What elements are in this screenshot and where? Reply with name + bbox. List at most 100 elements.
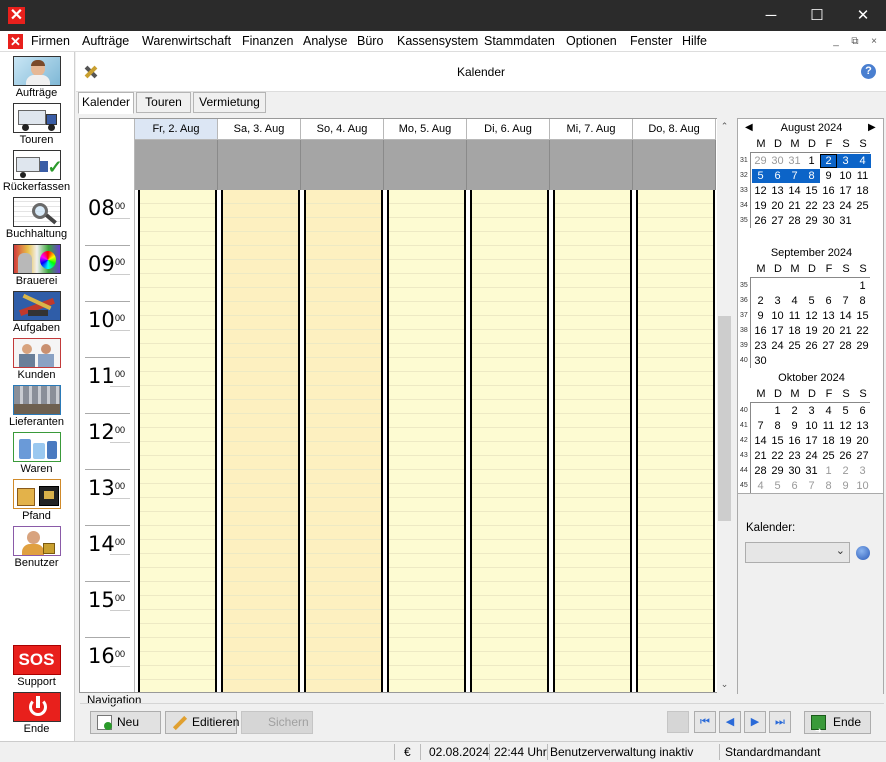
- tab-kalender[interactable]: Kalender: [78, 92, 134, 114]
- sidebar-item-aufgaben[interactable]: Aufgaben: [0, 291, 73, 334]
- day-cell[interactable]: 1: [854, 279, 871, 293]
- day-cell[interactable]: 26: [803, 339, 820, 353]
- day-cell[interactable]: 25: [820, 449, 837, 463]
- day-cell[interactable]: 27: [769, 214, 786, 228]
- day-header[interactable]: Mi, 7. Aug: [550, 119, 633, 140]
- day-cell[interactable]: 17: [803, 434, 820, 448]
- day-cell[interactable]: 8: [820, 479, 837, 493]
- all-day-area[interactable]: [550, 140, 633, 190]
- day-cell[interactable]: 23: [820, 199, 837, 213]
- day-cell[interactable]: 3: [854, 464, 871, 478]
- day-cell[interactable]: 28: [786, 214, 803, 228]
- day-cell[interactable]: 23: [752, 339, 769, 353]
- day-cell[interactable]: 14: [786, 184, 803, 198]
- day-cell[interactable]: 24: [769, 339, 786, 353]
- maximize-button[interactable]: ☐: [794, 0, 840, 31]
- sidebar-item-waren[interactable]: Waren: [0, 432, 73, 475]
- sidebar-item-touren[interactable]: Touren: [0, 103, 73, 146]
- day-cell[interactable]: 18: [854, 184, 871, 198]
- all-day-area[interactable]: [384, 140, 467, 190]
- day-cell[interactable]: 16: [786, 434, 803, 448]
- day-column[interactable]: [138, 190, 217, 692]
- day-cell[interactable]: 6: [854, 404, 871, 418]
- day-column-weekend[interactable]: [221, 190, 300, 692]
- support-button[interactable]: SOS Support: [0, 645, 73, 688]
- day-cell[interactable]: 23: [786, 449, 803, 463]
- all-day-area[interactable]: [301, 140, 384, 190]
- prev-icon[interactable]: ◀: [719, 711, 741, 733]
- day-cell[interactable]: 18: [820, 434, 837, 448]
- day-cell[interactable]: 16: [820, 184, 837, 198]
- day-cell[interactable]: 17: [837, 184, 854, 198]
- day-cell[interactable]: 27: [820, 339, 837, 353]
- day-cell[interactable]: 2: [837, 464, 854, 478]
- day-cell[interactable]: 5: [803, 294, 820, 308]
- day-cell[interactable]: 21: [786, 199, 803, 213]
- day-cell[interactable]: 6: [786, 479, 803, 493]
- day-header[interactable]: Sa, 3. Aug: [218, 119, 301, 140]
- sidebar-item-lieferanten[interactable]: Lieferanten: [0, 385, 73, 428]
- day-cell[interactable]: 9: [786, 419, 803, 433]
- exit-button[interactable]: Ende: [0, 692, 73, 735]
- day-cell[interactable]: 9: [752, 309, 769, 323]
- all-day-area[interactable]: [135, 140, 218, 190]
- day-cell[interactable]: 12: [803, 309, 820, 323]
- day-header[interactable]: Mo, 5. Aug: [384, 119, 467, 140]
- day-column-weekend[interactable]: [304, 190, 383, 692]
- day-cell[interactable]: 10: [803, 419, 820, 433]
- day-cell[interactable]: 5: [837, 404, 854, 418]
- day-cell[interactable]: 1: [803, 154, 820, 168]
- save-button[interactable]: Sichern: [241, 711, 313, 734]
- day-cell[interactable]: 29: [752, 154, 769, 168]
- day-cell[interactable]: 8: [803, 169, 820, 183]
- day-cell[interactable]: 21: [752, 449, 769, 463]
- tab-touren[interactable]: Touren: [136, 92, 191, 113]
- day-header[interactable]: Di, 6. Aug: [467, 119, 550, 140]
- day-cell[interactable]: 1: [820, 464, 837, 478]
- day-cell[interactable]: 5: [752, 169, 769, 183]
- scroll-up-icon[interactable]: ⌃: [717, 118, 732, 135]
- day-cell[interactable]: 7: [837, 294, 854, 308]
- sidebar-item-kunden[interactable]: Kunden: [0, 338, 73, 381]
- day-cell[interactable]: 31: [803, 464, 820, 478]
- day-cell[interactable]: 7: [803, 479, 820, 493]
- scroll-thumb[interactable]: [718, 316, 731, 521]
- day-cell[interactable]: 4: [854, 154, 871, 168]
- day-cell[interactable]: 4: [786, 294, 803, 308]
- day-column[interactable]: [470, 190, 549, 692]
- menu-finanzen[interactable]: Finanzen: [242, 34, 293, 48]
- day-cell[interactable]: 2: [820, 154, 837, 168]
- day-cell[interactable]: 2: [786, 404, 803, 418]
- day-column[interactable]: [387, 190, 466, 692]
- day-cell[interactable]: 19: [752, 199, 769, 213]
- day-cell[interactable]: 25: [854, 199, 871, 213]
- day-cell[interactable]: 30: [752, 354, 769, 368]
- week-calendar[interactable]: Fr, 2. Aug Sa, 3. Aug So, 4. Aug Mo, 5. Aug…: [79, 118, 732, 693]
- day-cell[interactable]: 13: [820, 309, 837, 323]
- day-cell[interactable]: 10: [854, 479, 871, 493]
- menu-stammdaten[interactable]: Stammdaten: [484, 34, 555, 48]
- tab-vermietung[interactable]: Vermietung: [193, 92, 266, 113]
- new-button[interactable]: Neu: [90, 711, 161, 734]
- menu-firmen[interactable]: Firmen: [31, 34, 70, 48]
- day-cell[interactable]: 9: [820, 169, 837, 183]
- day-cell[interactable]: 6: [769, 169, 786, 183]
- day-cell[interactable]: 30: [786, 464, 803, 478]
- minimize-button[interactable]: ─: [748, 0, 794, 31]
- day-cell[interactable]: 20: [820, 324, 837, 338]
- day-cell[interactable]: 22: [769, 449, 786, 463]
- day-cell[interactable]: 11: [820, 419, 837, 433]
- menu-hilfe[interactable]: Hilfe: [682, 34, 707, 48]
- day-cell[interactable]: 12: [837, 419, 854, 433]
- sidebar-item-buchhaltung[interactable]: Buchhaltung: [0, 197, 73, 240]
- sidebar-item-brauerei[interactable]: Brauerei: [0, 244, 73, 287]
- day-cell[interactable]: 7: [752, 419, 769, 433]
- next-icon[interactable]: ▶: [744, 711, 766, 733]
- day-cell[interactable]: 8: [769, 419, 786, 433]
- calendar-select[interactable]: ⌄: [745, 542, 850, 563]
- day-cell[interactable]: 16: [752, 324, 769, 338]
- menu-warenwirtschaft[interactable]: Warenwirtschaft: [142, 34, 231, 48]
- day-cell[interactable]: 26: [837, 449, 854, 463]
- day-cell[interactable]: 15: [854, 309, 871, 323]
- sidebar-item-pfand[interactable]: Pfand: [0, 479, 73, 522]
